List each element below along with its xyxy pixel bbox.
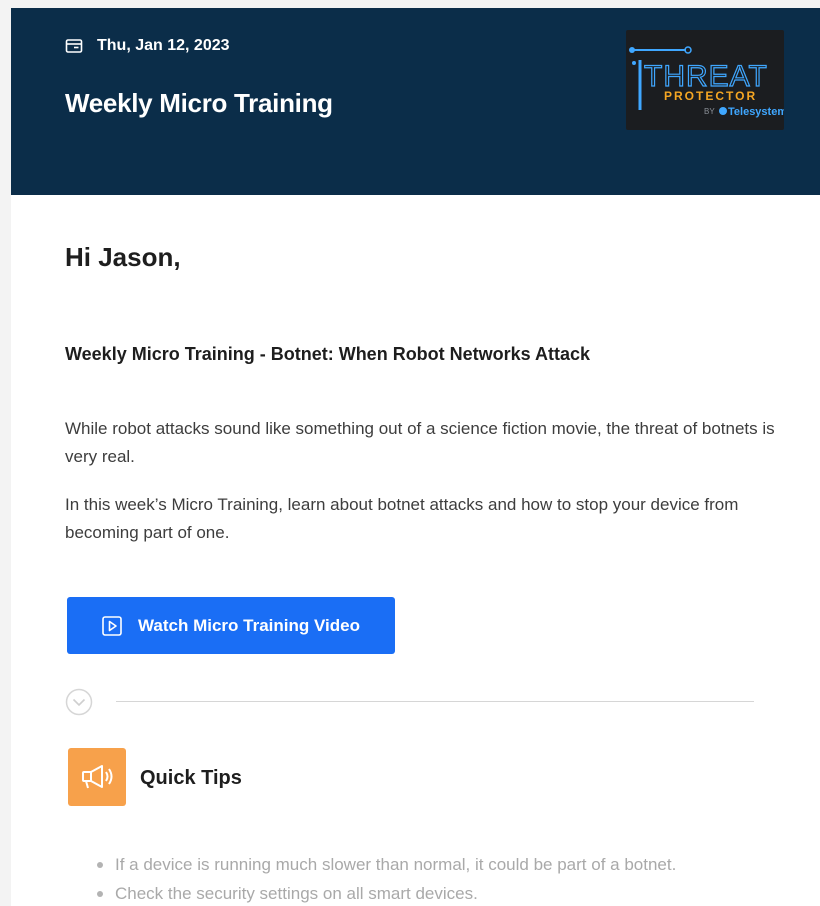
- email-date: Thu, Jan 12, 2023: [97, 37, 230, 54]
- watch-video-button[interactable]: Watch Micro Training Video: [67, 597, 395, 654]
- tips-list: If a device is running much slower than …: [97, 850, 676, 906]
- logo-line2: PROTECTOR: [664, 89, 757, 103]
- logo-brand: Telesystem: [728, 106, 784, 118]
- logo-graphic: THREAT PROTECTOR BY Telesystem: [629, 46, 787, 118]
- tip-item: Check the security settings on all smart…: [97, 879, 676, 906]
- email-card: Thu, Jan 12, 2023 Weekly Micro Training …: [11, 8, 820, 906]
- logo-byline: BY: [704, 107, 715, 116]
- tip-item: If a device is running much slower than …: [97, 850, 676, 879]
- chevron-down-circle-icon[interactable]: [65, 688, 93, 716]
- intro-paragraph: While robot attacks sound like something…: [65, 419, 775, 466]
- email-subject: Weekly Micro Training - Botnet: When Rob…: [65, 344, 591, 364]
- calendar-icon: [65, 39, 83, 53]
- training-paragraph: In this week’s Micro Training, learn abo…: [65, 495, 739, 542]
- section-divider: [116, 701, 754, 702]
- watch-video-label: Watch Micro Training Video: [138, 615, 360, 635]
- email-header: Thu, Jan 12, 2023 Weekly Micro Training …: [11, 8, 820, 195]
- tips-title: Quick Tips: [140, 767, 242, 789]
- megaphone-icon: [82, 765, 113, 789]
- threat-protector-logo: THREAT PROTECTOR BY Telesystem: [626, 30, 787, 130]
- play-icon: [102, 615, 122, 636]
- header-title: Weekly Micro Training: [65, 88, 333, 118]
- date-row: Thu, Jan 12, 2023: [65, 35, 230, 57]
- tips-badge: [68, 748, 126, 806]
- greeting: Hi Jason,: [65, 242, 181, 272]
